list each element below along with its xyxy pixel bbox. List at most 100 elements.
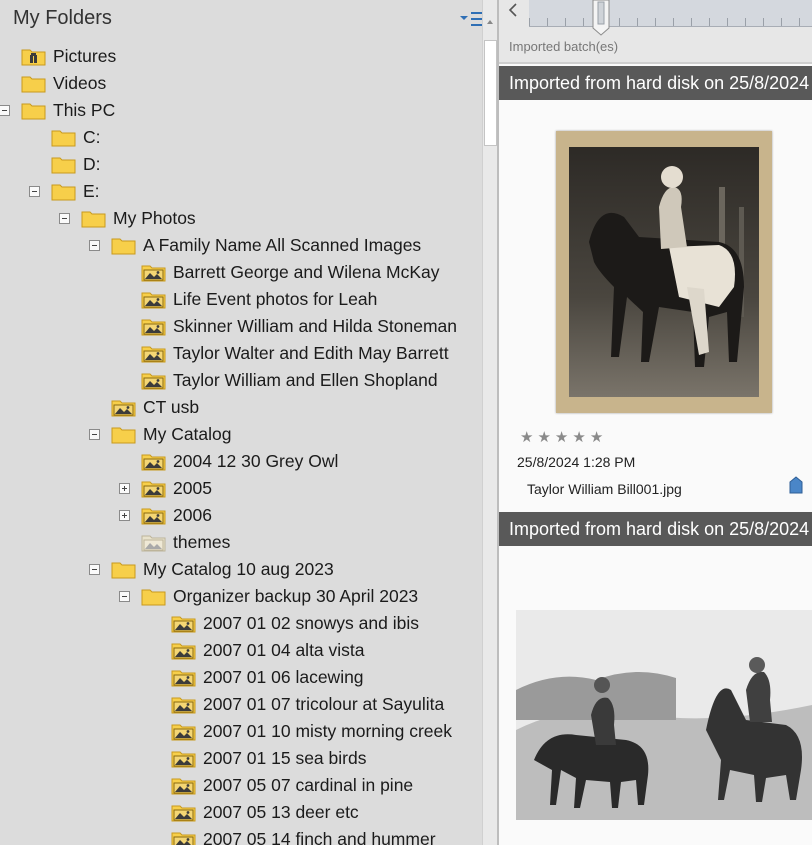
folder-tree-item[interactable]: 2007 05 13 deer etc [171,799,359,825]
folder-icon [141,589,166,606]
panel-title: My Folders [13,7,112,29]
folder-tree-item[interactable]: Pictures [21,43,116,69]
folder-label: 2007 01 10 misty morning creek [203,720,453,741]
expand-toggle[interactable] [119,510,130,521]
folder-icon [51,130,76,147]
riders-photo-image [516,610,812,820]
media-browser: Imported batch(es) Imported from hard di… [499,0,812,845]
folder-tree-item[interactable]: 2007 05 14 finch and hummer [171,826,436,845]
folder-tree-item[interactable]: Skinner William and Hilda Stoneman [141,313,457,339]
photo-folder-icon [171,643,196,660]
folder-label: 2007 01 02 snowys and ibis [203,612,419,633]
folder-tree-item[interactable]: Life Event photos for Leah [141,286,377,312]
folder-tree-item[interactable]: My Catalog [111,421,232,447]
faded-photo-folder-icon [141,535,166,552]
star-icon[interactable]: ★ [537,428,550,446]
collapse-toggle[interactable] [119,591,130,602]
folder-tree-item[interactable]: Videos [21,70,106,96]
expand-toggle[interactable] [119,483,130,494]
view-menu-icon [460,12,482,26]
folder-tree-item[interactable]: 2007 01 10 misty morning creek [171,718,452,744]
collapse-toggle[interactable] [29,186,40,197]
folder-tree-item[interactable]: Organizer backup 30 April 2023 [141,583,418,609]
folder-tree-item[interactable]: 2006 [141,502,212,528]
folder-tree-item[interactable]: 2007 05 07 cardinal in pine [171,772,413,798]
star-icon[interactable]: ★ [590,428,603,446]
folder-label: A Family Name All Scanned Images [143,234,422,255]
timeline-ticks [529,18,812,26]
star-rating[interactable]: ★ ★ ★ ★ ★ [520,428,603,446]
folder-icon [21,76,46,93]
pin-tag-icon[interactable] [789,476,803,494]
slider-handle-icon [592,0,610,36]
collapse-toggle[interactable] [59,213,70,224]
collapse-toggle[interactable] [89,564,100,575]
photo-thumbnail[interactable] [516,610,812,820]
scroll-up-arrow[interactable] [483,0,497,30]
folder-tree-item[interactable]: 2007 01 04 alta vista [171,637,365,663]
folder-tree-item[interactable]: 2007 01 06 lacewing [171,664,364,690]
folder-label: 2005 [173,477,212,498]
folder-tree-item[interactable]: D: [51,151,101,177]
scroll-thumb[interactable] [484,40,497,146]
star-icon[interactable]: ★ [572,428,585,446]
view-menu-button[interactable] [459,10,482,28]
folder-label: Taylor Walter and Edith May Barrett [173,342,449,363]
timeline-left-button[interactable] [504,0,524,22]
photo-folder-icon [171,670,196,687]
folder-tree-item[interactable]: 2007 01 07 tricolour at Sayulita [171,691,444,717]
folder-label: 2007 01 06 lacewing [203,666,364,687]
photo-folder-icon [171,616,196,633]
folder-tree-item[interactable]: themes [141,529,230,555]
folder-tree-item[interactable]: My Catalog 10 aug 2023 [111,556,334,582]
collapse-toggle[interactable] [89,240,100,251]
star-icon[interactable]: ★ [520,428,533,446]
chevron-left-icon [508,3,517,17]
batch-header: Imported from hard disk on 25/8/2024 [499,512,812,546]
folder-label: Videos [53,72,107,93]
folder-tree-item[interactable]: Barrett George and Wilena McKay [141,259,440,285]
folder-label: Skinner William and Hilda Stoneman [173,315,458,336]
folder-tree-item[interactable]: CT usb [111,394,199,420]
photo-folder-icon [171,805,196,822]
folder-tree-item[interactable]: E: [51,178,100,204]
timeline-slider-handle[interactable] [590,0,612,36]
photo-folder-icon [141,454,166,471]
photo-folder-icon [171,724,196,741]
folder-tree-item[interactable]: Taylor Walter and Edith May Barrett [141,340,449,366]
folder-label: Organizer backup 30 April 2023 [173,585,419,606]
photo-folder-icon [141,292,166,309]
photo-folder-icon [171,832,196,845]
tree-scrollbar[interactable] [482,0,497,845]
folder-tree-item[interactable]: A Family Name All Scanned Images [111,232,421,258]
folder-tree-item[interactable]: 2007 01 02 snowys and ibis [171,610,419,636]
folder-tree-item[interactable]: 2007 01 15 sea birds [171,745,366,771]
folder-label: themes [173,531,231,552]
folder-icon [111,238,136,255]
folder-icon [81,211,106,228]
photo-folder-icon [141,508,166,525]
folder-tree-item[interactable]: Taylor William and Ellen Shopland [141,367,438,393]
timeline-bar: Imported batch(es) [499,0,812,64]
folder-tree-item[interactable]: 2004 12 30 Grey Owl [141,448,338,474]
star-icon[interactable]: ★ [555,428,568,446]
photo-filename: Taylor William Bill001.jpg [527,481,682,497]
scroll-up-icon [487,20,493,24]
folder-tree-item[interactable]: This PC [21,97,115,123]
folder-label: This PC [53,99,116,120]
folder-label: 2004 12 30 Grey Owl [173,450,339,471]
folder-tree-item[interactable]: 2005 [141,475,212,501]
folder-label: Barrett George and Wilena McKay [173,261,440,282]
photo-folder-icon [141,346,166,363]
folder-tree-item[interactable]: C: [51,124,101,150]
folder-tree-item[interactable]: My Photos [81,205,196,231]
folder-label: D: [83,153,101,174]
photo-thumbnail[interactable] [556,131,772,413]
collapse-toggle[interactable] [89,429,100,440]
folder-label: 2007 05 07 cardinal in pine [203,774,414,795]
photo-folder-icon [141,373,166,390]
collapse-toggle[interactable] [0,105,10,116]
folder-icon [51,184,76,201]
folder-icon [111,562,136,579]
photo-date: 25/8/2024 1:28 PM [517,454,636,470]
